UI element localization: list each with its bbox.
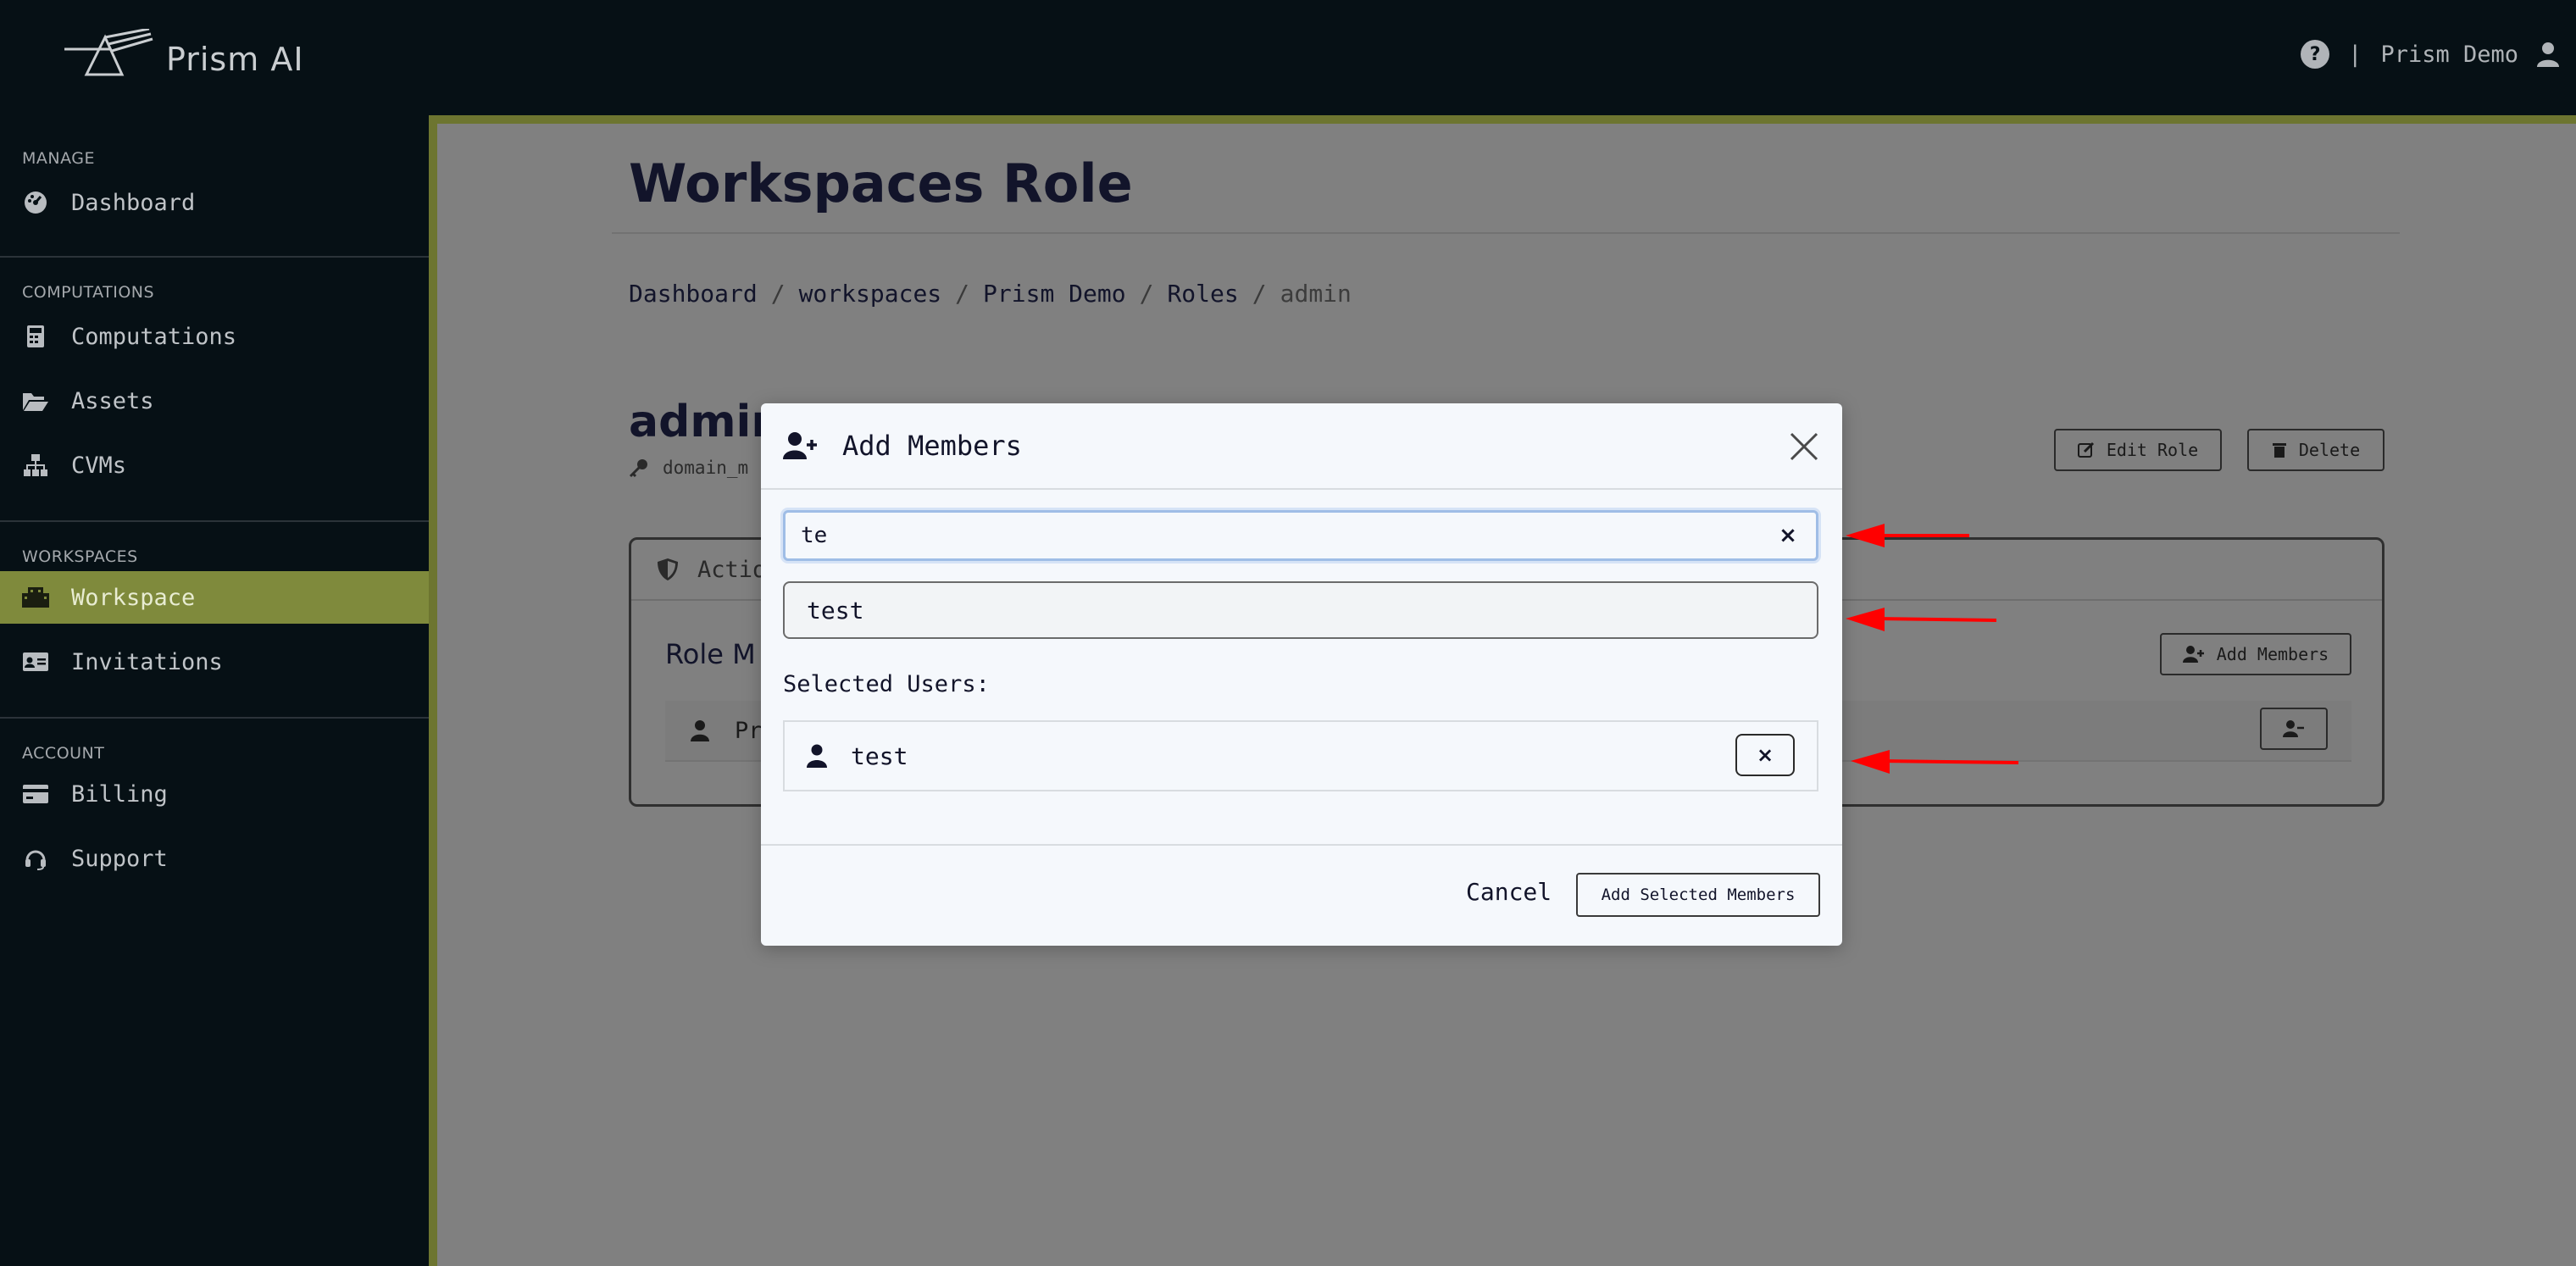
breadcrumb-workspaces[interactable]: workspaces [799,280,942,308]
sidebar-item-support[interactable]: Support [0,832,430,885]
sidebar: MANAGE Dashboard COMPUTATIONS Computatio… [0,115,430,1266]
page-title: Workspaces Role [629,153,1133,214]
user-plus-icon [2182,646,2204,663]
sidebar-item-label: Support [71,845,168,872]
role-subtitle: domain_m [629,458,748,478]
add-members-modal: Add Members × test Selected Users: test … [761,403,1842,946]
close-icon[interactable] [1786,429,1822,464]
sidebar-heading-manage: MANAGE [22,149,95,168]
edit-icon [2077,441,2094,458]
sidebar-item-label: Dashboard [71,189,196,216]
sidebar-item-assets[interactable]: Assets [0,375,430,427]
sidebar-heading-account: ACCOUNT [22,744,105,763]
search-suggestion-item[interactable]: test [783,581,1818,639]
delete-role-button[interactable]: Delete [2247,429,2384,471]
edit-role-button[interactable]: Edit Role [2054,429,2222,471]
sidebar-item-invitations[interactable]: Invitations [0,636,430,688]
folder-open-icon [0,390,71,412]
sidebar-item-computations[interactable]: Computations [0,310,430,363]
breadcrumb: Dashboard / workspaces / Prism Demo / Ro… [629,280,1352,308]
user-name[interactable]: Prism Demo [2380,42,2518,68]
user-icon [691,720,709,741]
clear-search-icon[interactable]: × [1775,523,1801,548]
top-bar: Prism AI ? | Prism Demo [0,0,2576,115]
header-separator: | [2348,41,2362,68]
sidebar-item-billing[interactable]: Billing [0,768,430,820]
breadcrumb-current: admin [1280,280,1352,308]
modal-title: Add Members [842,430,1022,462]
sidebar-item-workspace[interactable]: Workspace [0,571,430,624]
sidebar-item-label: Computations [71,323,237,350]
sidebar-item-label: CVMs [71,452,127,479]
sidebar-divider [0,256,430,258]
prism-logo-icon [64,29,153,76]
help-icon[interactable]: ? [2301,40,2330,69]
remove-selected-user-button[interactable]: × [1735,734,1795,776]
add-members-button[interactable]: Add Members [2160,633,2351,675]
card-tab-actions[interactable]: Actio [697,557,766,583]
modal-header: Add Members [761,403,1842,490]
remove-member-button[interactable] [2260,708,2328,750]
edit-role-label: Edit Role [2106,440,2199,460]
building-icon [0,586,71,608]
modal-footer: Cancel Add Selected Members [761,844,1842,946]
top-right-controls: ? | Prism Demo [2301,37,2559,71]
member-search-input[interactable] [786,513,1768,558]
title-divider [612,232,2400,234]
credit-card-icon [0,784,71,804]
member-search-field: × [783,510,1818,561]
breadcrumb-separator: / [955,280,970,308]
selected-user-name: test [851,741,908,770]
breadcrumb-workspace-name[interactable]: Prism Demo [983,280,1126,308]
sidebar-divider [0,520,430,522]
add-selected-members-button[interactable]: Add Selected Members [1576,873,1820,917]
key-icon [629,459,647,478]
id-card-icon [0,652,71,672]
sidebar-item-cvms[interactable]: CVMs [0,439,430,491]
sitemap-icon [0,453,71,477]
role-name: admin [629,397,783,447]
user-icon [807,744,827,768]
user-minus-icon [2283,720,2304,737]
list-item: test [785,722,1817,790]
gauge-icon [0,191,71,214]
main-top-accent [437,115,2576,124]
delete-label: Delete [2298,440,2361,460]
sidebar-item-dashboard[interactable]: Dashboard [0,176,430,229]
annotation-arrow-icon [1851,750,2019,774]
trash-icon [2272,443,2286,458]
breadcrumb-separator: / [1252,280,1267,308]
calculator-icon [0,325,71,348]
card-subtitle: Role M [665,638,756,670]
breadcrumb-dashboard[interactable]: Dashboard [629,280,758,308]
headset-icon [0,847,71,870]
sidebar-accent-border [429,115,437,1266]
sidebar-heading-workspaces: WORKSPACES [22,547,138,566]
sidebar-item-label: Billing [71,780,168,808]
annotation-arrow-icon [1846,608,1997,631]
breadcrumb-roles[interactable]: Roles [1167,280,1238,308]
selected-users-label: Selected Users: [783,671,990,697]
selected-users-list: test × [783,720,1818,791]
user-plus-icon [783,432,817,459]
sidebar-divider [0,717,430,719]
role-subtitle-text: domain_m [663,458,749,478]
shield-icon [658,558,678,580]
breadcrumb-separator: / [770,280,786,308]
sidebar-item-label: Assets [71,387,154,414]
sidebar-heading-computations: COMPUTATIONS [22,283,155,302]
breadcrumb-separator: / [1139,280,1154,308]
brand-name[interactable]: Prism AI [166,41,304,78]
sidebar-item-label: Invitations [71,648,223,675]
annotation-arrow-icon [1846,524,1969,547]
user-icon[interactable] [2537,42,2559,67]
add-members-label: Add Members [2216,644,2329,664]
sidebar-item-label: Workspace [71,584,196,611]
cancel-button[interactable]: Cancel [1466,878,1552,906]
